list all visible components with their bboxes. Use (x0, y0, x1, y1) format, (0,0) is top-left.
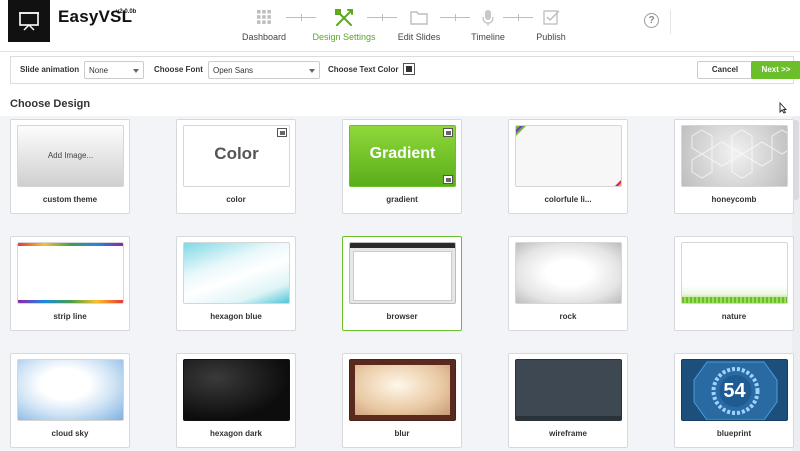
design-card-color[interactable]: Color color (176, 119, 296, 214)
color-picker-icon (443, 175, 453, 184)
design-name: nature (721, 312, 747, 321)
add-image-text: Add Image... (47, 151, 94, 160)
mouse-cursor-icon (779, 102, 788, 114)
step-publish[interactable]: Publish (506, 9, 596, 42)
section-title: Choose Design (10, 98, 91, 110)
design-card-blueprint[interactable]: 54 blueprint (674, 353, 794, 448)
next-button[interactable]: Next >> (751, 61, 800, 79)
design-card-cloud-sky[interactable]: cloud sky (10, 353, 130, 448)
folder-icon (410, 11, 428, 25)
design-thumbnail (515, 242, 622, 304)
design-thumbnail (349, 242, 456, 304)
header-divider (670, 10, 671, 34)
design-card-strip-line[interactable]: strip line (10, 236, 130, 331)
design-name: color (226, 195, 246, 204)
step-dashboard[interactable]: Dashboard (219, 9, 309, 42)
design-thumbnail (17, 242, 124, 304)
design-thumbnail (183, 359, 290, 421)
color-picker-icon (443, 128, 453, 137)
wireframe-bar (516, 416, 621, 420)
design-tools-icon (335, 9, 353, 26)
design-name: blueprint (716, 429, 752, 438)
design-name: hexagon blue (210, 312, 262, 321)
chevron-down-icon (133, 69, 139, 73)
design-card-rock[interactable]: rock (508, 236, 628, 331)
font-select[interactable]: Open Sans (208, 61, 320, 79)
thumb-title: Gradient (369, 145, 436, 162)
design-name: honeycomb (711, 195, 757, 204)
step-label: Dashboard (241, 32, 287, 42)
chevron-down-icon (309, 69, 315, 73)
blueprint-number: 54 (723, 380, 746, 402)
color-picker-icon (277, 128, 287, 137)
design-card-wireframe[interactable]: wireframe (508, 353, 628, 448)
design-name: rock (559, 312, 577, 321)
design-name: hexagon dark (209, 429, 262, 438)
corner-stripes-graphic (516, 126, 621, 186)
design-thumbnail: Color (183, 125, 290, 187)
grass-strip (682, 297, 787, 303)
wizard-steps: Dashboard Design Settings Edit Slides Ti… (0, 0, 800, 52)
design-card-blur[interactable]: blur (342, 353, 462, 448)
thumb-title: Color (214, 144, 259, 163)
slide-animation-value: None (89, 66, 109, 75)
grid-icon (257, 10, 271, 24)
color-strip-bottom (18, 300, 123, 303)
browser-bar (350, 243, 455, 248)
design-card-hexagon-blue[interactable]: hexagon blue (176, 236, 296, 331)
design-card-custom-theme[interactable]: Add Image... custom theme (10, 119, 130, 214)
design-name: gradient (386, 195, 418, 204)
design-card-gradient[interactable]: Gradient gradient (342, 119, 462, 214)
design-thumbnail (681, 125, 788, 187)
design-thumbnail: Add Image... (17, 125, 124, 187)
design-thumbnail: 54 (681, 359, 788, 421)
design-card-hexagon-dark[interactable]: hexagon dark (176, 353, 296, 448)
browser-window (353, 251, 452, 301)
step-label: Publish (536, 32, 566, 42)
design-thumbnail: Gradient (349, 125, 456, 187)
design-name: blur (394, 429, 410, 438)
design-thumbnail (515, 359, 622, 421)
color-strip-top (18, 243, 123, 246)
design-card-colorful-lines[interactable]: colorfule li... (508, 119, 628, 214)
blur-inner (355, 365, 450, 415)
design-card-nature[interactable]: nature (674, 236, 794, 331)
font-label: Choose Font (154, 65, 203, 74)
design-name: colorfule li... (544, 195, 592, 204)
checkbox-icon (542, 10, 560, 25)
help-icon[interactable]: ? (644, 13, 659, 28)
design-name: custom theme (42, 195, 98, 204)
design-name: strip line (53, 312, 87, 321)
design-thumbnail (681, 242, 788, 304)
design-toolbar: Slide animation None Choose Font Open Sa… (10, 56, 800, 84)
font-value: Open Sans (213, 66, 254, 75)
design-card-honeycomb[interactable]: honeycomb (674, 119, 794, 214)
design-name: browser (386, 312, 418, 321)
text-color-label: Choose Text Color (328, 65, 399, 74)
design-thumbnail (183, 242, 290, 304)
design-thumbnail (17, 359, 124, 421)
text-color-picker[interactable] (403, 63, 415, 75)
slide-animation-select[interactable]: None (84, 61, 144, 79)
top-header: EasyVSL v2.0.0b Dashboard Design Setting… (0, 0, 800, 52)
honeycomb-pattern (691, 129, 787, 179)
design-thumbnail (349, 359, 456, 421)
design-card-browser[interactable]: browser (342, 236, 462, 331)
design-name: wireframe (549, 429, 587, 438)
design-name: cloud sky (51, 429, 89, 438)
slide-animation-label: Slide animation (20, 65, 80, 74)
design-thumbnail (515, 125, 622, 187)
microphone-icon (482, 10, 494, 26)
cancel-button[interactable]: Cancel (697, 61, 753, 79)
